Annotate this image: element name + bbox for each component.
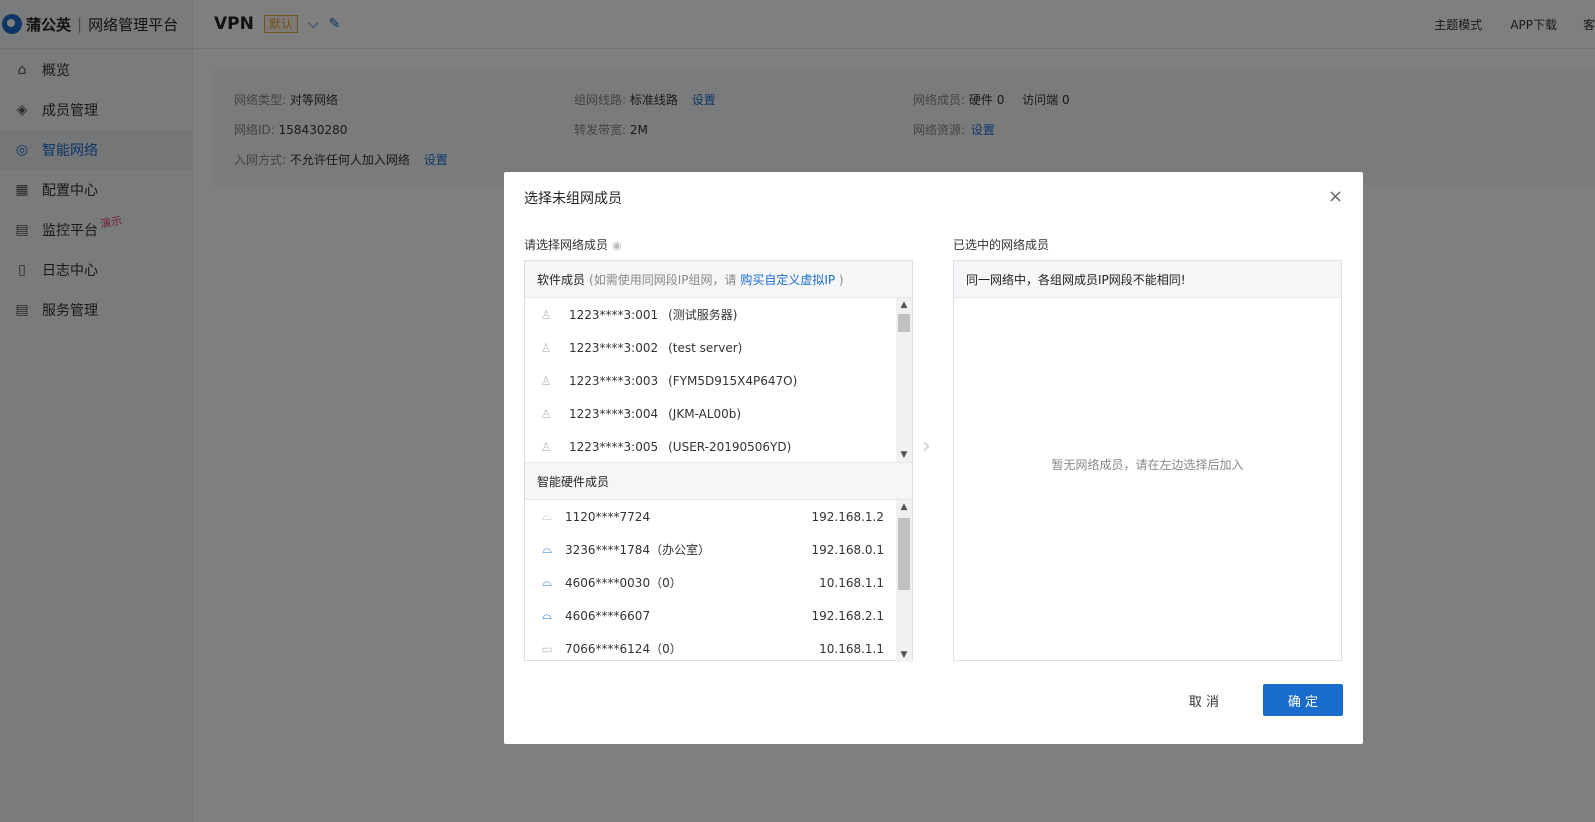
scroll-down-icon[interactable]: ▼ [896, 648, 912, 662]
router-icon: ⌓ [542, 542, 552, 556]
list-item[interactable]: ⌓ 3236****1784（办公室） 192.168.0.1 [525, 533, 912, 566]
right-panel-label: 已选中的网络成员 [953, 238, 1050, 252]
hardware-list-scrollbar[interactable]: ▲ ▼ [896, 500, 912, 662]
list-item[interactable]: ⌓ 1120****7724 192.168.1.2 [525, 500, 912, 533]
user-icon: ♙ [540, 406, 552, 421]
list-item[interactable]: ♙ 1223****3:005 (USER-20190506YD) [525, 430, 912, 462]
selected-members-header: 同一网络中，各组网成员IP网段不能相同! [954, 261, 1341, 298]
buy-virtual-ip-link[interactable]: 购买自定义虚拟IP [740, 273, 835, 287]
list-item[interactable]: ⌓ 4606****0030（0） 10.168.1.1 [525, 566, 912, 599]
scroll-thumb[interactable] [898, 314, 910, 332]
hardware-members-header: 智能硬件成员 [525, 463, 912, 500]
cancel-button[interactable]: 取 消 [1184, 684, 1224, 716]
scroll-down-icon[interactable]: ▼ [896, 448, 912, 462]
close-icon[interactable]: × [1328, 188, 1343, 206]
router-icon: ⌓ [542, 509, 552, 523]
user-icon: ♙ [540, 307, 552, 322]
user-icon: ♙ [540, 373, 552, 388]
scroll-thumb[interactable] [898, 518, 910, 590]
eye-icon[interactable]: ◉ [612, 239, 622, 252]
list-item[interactable]: ▭ 7066****6124（0） 10.168.1.1 [525, 632, 912, 662]
select-members-dialog: 选择未组网成员 × 请选择网络成员 ◉ 已选中的网络成员 软件成员 (如需使用同网… [504, 172, 1363, 744]
device-icon: ▭ [541, 641, 553, 656]
software-members-list: ♙ 1223****3:001 (测试服务器) ♙ 1223****3:002 … [525, 298, 912, 463]
list-item[interactable]: ♙ 1223****3:004 (JKM-AL00b) [525, 397, 912, 430]
dialog-title: 选择未组网成员 [524, 191, 622, 207]
list-item[interactable]: ⌓ 4606****6607 192.168.2.1 [525, 599, 912, 632]
confirm-button[interactable]: 确 定 [1263, 684, 1343, 716]
user-icon: ♙ [540, 439, 552, 454]
chevron-right-icon[interactable]: › [922, 434, 931, 459]
user-icon: ♙ [540, 340, 552, 355]
empty-state-text: 暂无网络成员，请在左边选择后加入 [1051, 458, 1244, 472]
scroll-up-icon[interactable]: ▲ [896, 500, 912, 514]
software-members-header: 软件成员 (如需使用同网段IP组网，请 购买自定义虚拟IP ) [525, 261, 912, 298]
scroll-up-icon[interactable]: ▲ [896, 298, 912, 312]
software-list-scrollbar[interactable]: ▲ ▼ [896, 298, 912, 462]
list-item[interactable]: ♙ 1223****3:002 (test server) [525, 331, 912, 364]
available-members-panel: 软件成员 (如需使用同网段IP组网，请 购买自定义虚拟IP ) ♙ 1223**… [524, 260, 913, 662]
list-item[interactable]: ♙ 1223****3:003 (FYM5D915X4P647O) [525, 364, 912, 397]
list-item[interactable]: ♙ 1223****3:001 (测试服务器) [525, 298, 912, 331]
selected-members-panel: 同一网络中，各组网成员IP网段不能相同! 暂无网络成员，请在左边选择后加入 [953, 260, 1342, 661]
left-panel-label: 请选择网络成员 ◉ [524, 238, 622, 252]
hardware-members-list: ⌓ 1120****7724 192.168.1.2 ⌓ 3236****178… [525, 500, 912, 662]
router-icon: ⌓ [542, 608, 552, 622]
router-icon: ⌓ [542, 575, 552, 589]
